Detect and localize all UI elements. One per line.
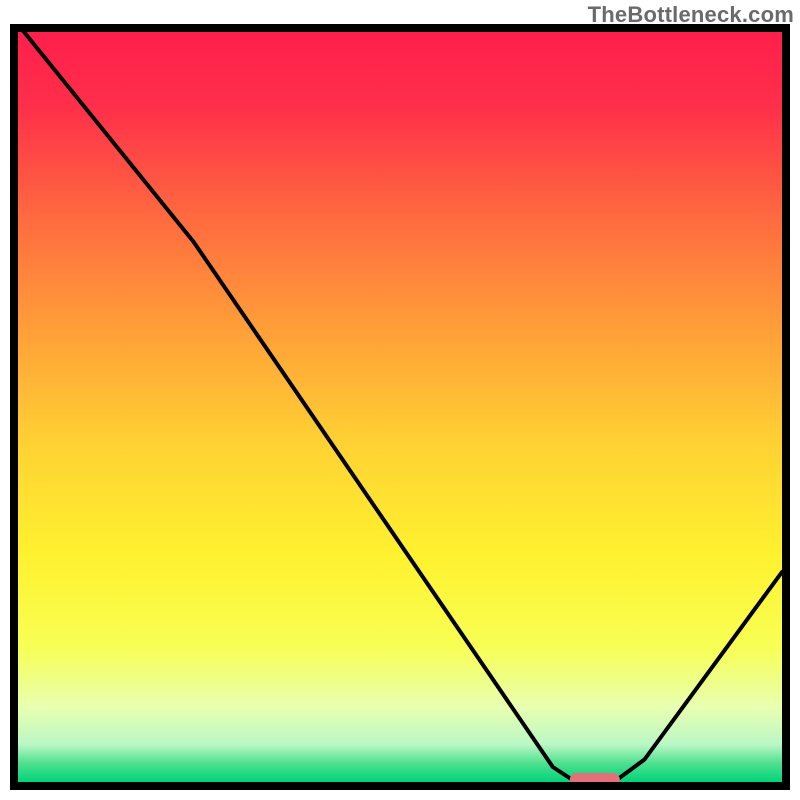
gradient-background (18, 32, 782, 782)
plot-area (14, 25, 786, 788)
chart-frame: TheBottleneck.com (0, 0, 800, 800)
bottleneck-chart (0, 0, 800, 800)
